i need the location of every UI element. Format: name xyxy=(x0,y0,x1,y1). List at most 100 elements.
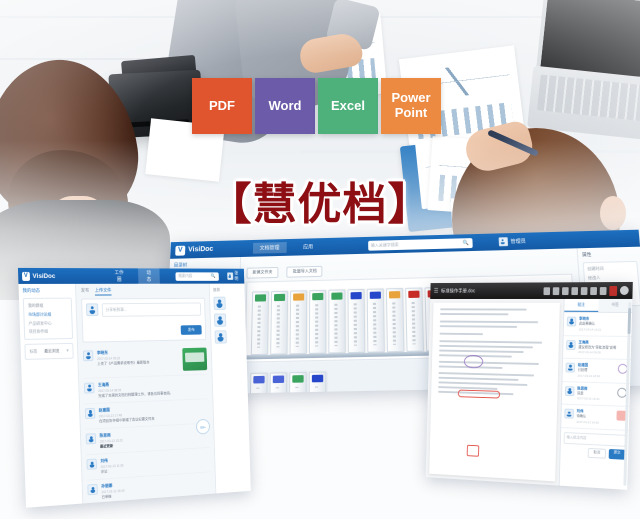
submit-button[interactable]: 提交 xyxy=(608,448,626,460)
highlight-tool-icon[interactable] xyxy=(580,286,588,295)
binder-item[interactable] xyxy=(405,287,425,352)
feed-sidebar[interactable]: 我的动态 我的群组 市场部讨论组 产品研发中心 项目协作组 标签 最近浏览 ▾ xyxy=(18,283,84,508)
hand-tool-icon[interactable] xyxy=(561,286,569,295)
pen-tool-icon[interactable] xyxy=(590,286,598,295)
page-title: 【慧优档】 xyxy=(207,179,433,230)
zoom-tool-icon[interactable] xyxy=(571,286,579,295)
composer-input[interactable]: 分享新鲜事... xyxy=(101,302,202,317)
reply-input[interactable]: 输入批注内容 xyxy=(563,432,626,447)
stamp-tool-icon[interactable] xyxy=(599,286,607,295)
search-input[interactable]: 输入关键字搜索 🔍 xyxy=(367,237,473,251)
binder-spine-label xyxy=(334,303,338,347)
binder-item[interactable] xyxy=(269,372,288,395)
binder-item[interactable] xyxy=(347,288,366,354)
tile-excel[interactable]: Excel xyxy=(318,78,378,134)
close-button[interactable] xyxy=(619,285,629,295)
binder-item[interactable] xyxy=(308,289,327,354)
annotation-circle[interactable] xyxy=(463,354,484,369)
app-brand: VisiDoc xyxy=(32,272,56,280)
binder-spine-label xyxy=(275,387,279,389)
group-item[interactable]: 市场部讨论组 xyxy=(28,311,67,317)
binder-spine-label xyxy=(295,304,300,347)
comment-timestamp: 2017-03-14 09:58 xyxy=(578,350,601,355)
tile-pdf[interactable]: PDF xyxy=(192,78,252,134)
nav-item-documents[interactable]: 文档管理 xyxy=(252,242,287,254)
binder-item[interactable] xyxy=(328,289,346,354)
search-placeholder: 输入关键字搜索 xyxy=(370,241,399,248)
binder-spine-label xyxy=(372,302,377,346)
tab-annotations[interactable]: 批注 xyxy=(564,298,599,312)
feed-post[interactable]: 李晓东 2017-03-14 09:32 上传了《产品需求说明书》最新版本 xyxy=(82,343,208,379)
binder-spine-label xyxy=(276,305,280,348)
binder-spine-label xyxy=(257,305,261,348)
select-tool-icon[interactable] xyxy=(543,286,551,295)
binder-color-tab xyxy=(408,290,420,298)
group-item[interactable]: 产品研发中心 xyxy=(28,320,67,327)
publish-button[interactable]: 发布 xyxy=(180,325,202,335)
avatar xyxy=(85,303,99,317)
avatar[interactable] xyxy=(213,296,226,310)
binder-color-tab xyxy=(253,375,265,384)
document-title: 标准操作手册.doc xyxy=(440,288,476,295)
text-tool-icon[interactable] xyxy=(552,286,560,295)
composer-tab-post[interactable]: 发布 xyxy=(81,288,90,296)
user-label: 管理员 xyxy=(510,238,526,246)
binder-item[interactable] xyxy=(249,372,268,395)
binder-color-tab xyxy=(273,293,286,302)
comment-timestamp: 2017-03-13 14:09 xyxy=(576,419,599,425)
comment-item[interactable]: 赵建国 已处理 2017-03-13 18:02 xyxy=(562,358,631,384)
avatar[interactable] xyxy=(213,313,227,327)
viewer-body: 批注 书签 李晓东 此处需确认 2017-03-14 10:21 王海燕 建议修改为"审… xyxy=(425,298,633,490)
search-input[interactable]: 搜索内容 🔍 xyxy=(175,271,219,281)
user-label: 张明 xyxy=(234,270,239,281)
annotation-mark[interactable] xyxy=(466,444,479,457)
sidebar-title: 我的动态 xyxy=(22,287,41,293)
comment-item[interactable]: 陈思雨 同意 2017-03-13 16:44 xyxy=(561,381,631,408)
post-composer[interactable]: 分享新鲜事... 发布 xyxy=(81,297,207,343)
avatar[interactable] xyxy=(214,330,227,344)
comment-item[interactable]: 刘伟 待确认 2017-03-13 14:09 xyxy=(561,404,630,431)
search-icon[interactable]: 🔍 xyxy=(211,273,216,279)
document-page[interactable] xyxy=(429,302,560,482)
feed-posts: 李晓东 2017-03-14 09:32 上传了《产品需求说明书》最新版本 王海燕 20… xyxy=(82,343,212,507)
chip-new-folder[interactable]: 新建文件夹 xyxy=(246,266,279,279)
comment-item[interactable]: 王海燕 建议修改为"审批流程"说明 2017-03-14 09:58 xyxy=(563,335,632,361)
composer-tab-upload[interactable]: 上传文件 xyxy=(94,287,112,296)
binder-item[interactable] xyxy=(289,290,308,355)
avatar xyxy=(82,350,94,362)
binder-item[interactable] xyxy=(250,291,270,356)
property-field: 修改人 xyxy=(587,275,601,281)
sidebar-footer[interactable]: 标签 最近浏览 ▾ xyxy=(24,342,74,360)
viewer-tool-group[interactable] xyxy=(543,285,629,296)
avatar xyxy=(566,339,576,350)
binder-color-tab xyxy=(331,292,343,300)
comment-timestamp: 2017-03-13 18:02 xyxy=(577,373,601,378)
nav-item-apps[interactable]: 应用 xyxy=(296,241,320,252)
binder-color-tab xyxy=(312,292,324,301)
chevron-down-icon[interactable]: ▾ xyxy=(66,348,69,354)
binder-item[interactable] xyxy=(270,290,289,355)
nav-item-activity[interactable]: 动态 xyxy=(137,267,161,285)
chip-batch-import[interactable]: 批量导入文档 xyxy=(286,265,323,278)
search-icon[interactable]: 🔍 xyxy=(463,240,470,246)
binder-item[interactable] xyxy=(308,371,327,395)
cancel-button[interactable]: 取消 xyxy=(587,447,607,459)
binder-item[interactable] xyxy=(385,287,405,353)
group-list-card[interactable]: 我的群组 市场部讨论组 产品研发中心 项目协作组 xyxy=(22,297,74,340)
activity-feed-window[interactable]: V VisiDoc 工作圈 动态 搜索内容 🔍 张明 我的动态 我的群组 市场部… xyxy=(17,267,251,508)
binder-item[interactable] xyxy=(366,288,385,353)
color-swatch-icon[interactable] xyxy=(609,285,618,296)
tile-powerpoint[interactable]: Power Point xyxy=(381,78,441,134)
left-window-body: 我的动态 我的群组 市场部讨论组 产品研发中心 项目协作组 标签 最近浏览 ▾ … xyxy=(18,283,251,508)
comment-item[interactable]: 李晓东 此处需确认 2017-03-14 10:21 xyxy=(563,312,632,337)
group-item[interactable]: 项目协作组 xyxy=(29,328,68,335)
annotation-highlight[interactable] xyxy=(457,389,501,399)
document-viewer-window[interactable]: ☰ 标准操作手册.doc 批注 书签 李晓东 此处需确认 2017-03-14 … xyxy=(425,281,633,490)
format-tiles: PDF Word Excel Power Point xyxy=(192,78,441,134)
menu-icon[interactable]: ☰ xyxy=(434,288,439,295)
nav-item-workgroup[interactable]: 工作圈 xyxy=(107,268,130,285)
tile-label: Power Point xyxy=(391,90,431,120)
binder-item[interactable] xyxy=(289,371,307,395)
post-thumbnail[interactable] xyxy=(182,347,208,371)
tile-word[interactable]: Word xyxy=(255,78,315,134)
